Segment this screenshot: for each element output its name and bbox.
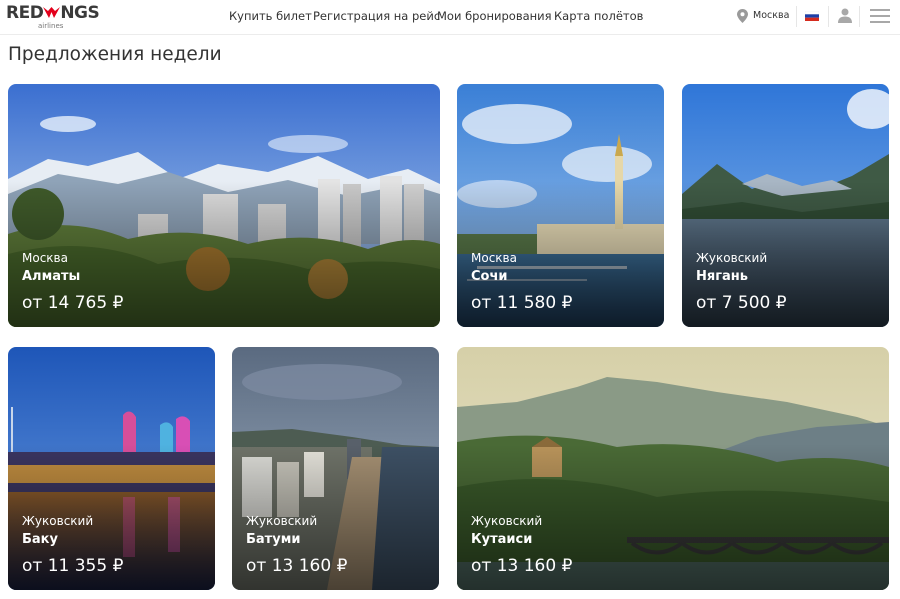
offer-origin: Жуковский [696, 251, 768, 265]
logo-wordmark: RED NGS [6, 3, 100, 23]
offer-destination: Сочи [471, 269, 508, 284]
offer-card-batumi[interactable]: Жуковский Батуми от 13 160 ₽ [232, 347, 439, 590]
city-label: Москва [753, 10, 790, 21]
offer-card-nyagan[interactable]: Жуковский Нягань от 7 500 ₽ [682, 84, 889, 327]
header-divider [828, 6, 829, 27]
offer-origin: Москва [22, 251, 68, 265]
user-icon[interactable] [838, 8, 852, 24]
city-selector[interactable]: Москва [737, 6, 797, 26]
logo-text-right: NGS [60, 3, 100, 23]
offer-card-kutaisi[interactable]: Жуковский Кутаиси от 13 160 ₽ [457, 347, 889, 590]
header-divider [859, 6, 860, 27]
offer-price: от 7 500 ₽ [696, 293, 787, 313]
location-pin-icon [737, 9, 748, 23]
offer-card-almaty[interactable]: Москва Алматы от 14 765 ₽ [8, 84, 440, 327]
wing-logo-icon [43, 7, 61, 18]
nav-buy-ticket[interactable]: Купить билет [229, 9, 312, 23]
offer-origin: Москва [471, 251, 517, 265]
offer-price: от 14 765 ₽ [22, 293, 124, 313]
offer-price: от 11 580 ₽ [471, 293, 573, 313]
offer-destination: Батуми [246, 532, 301, 547]
top-header: RED NGS airlines Купить билет Регистрация… [0, 0, 900, 35]
offer-destination: Баку [22, 532, 58, 547]
offer-origin: Жуковский [246, 514, 318, 528]
offer-price: от 13 160 ₽ [471, 556, 573, 576]
redwings-logo[interactable]: RED NGS airlines [6, 3, 100, 33]
offer-destination: Кутаиси [471, 532, 533, 547]
nav-check-in[interactable]: Регистрация на рейс [313, 9, 440, 23]
menu-icon[interactable] [870, 8, 890, 24]
logo-subtitle: airlines [38, 22, 64, 30]
header-divider [796, 6, 797, 27]
offer-price: от 11 355 ₽ [22, 556, 124, 576]
russia-flag-icon[interactable] [805, 11, 819, 21]
offer-card-sochi[interactable]: Москва Сочи от 11 580 ₽ [457, 84, 664, 327]
offer-price: от 13 160 ₽ [246, 556, 348, 576]
offer-card-baku[interactable]: Жуковский Баку от 11 355 ₽ [8, 347, 215, 590]
nav-flight-map[interactable]: Карта полётов [554, 9, 643, 23]
offer-destination: Алматы [22, 269, 81, 284]
logo-text-left: RED [6, 3, 44, 23]
section-title: Предложения недели [8, 44, 222, 65]
offer-origin: Жуковский [471, 514, 543, 528]
nav-my-bookings[interactable]: Мои бронирования [437, 9, 552, 23]
offer-destination: Нягань [696, 269, 748, 284]
offer-origin: Жуковский [22, 514, 94, 528]
